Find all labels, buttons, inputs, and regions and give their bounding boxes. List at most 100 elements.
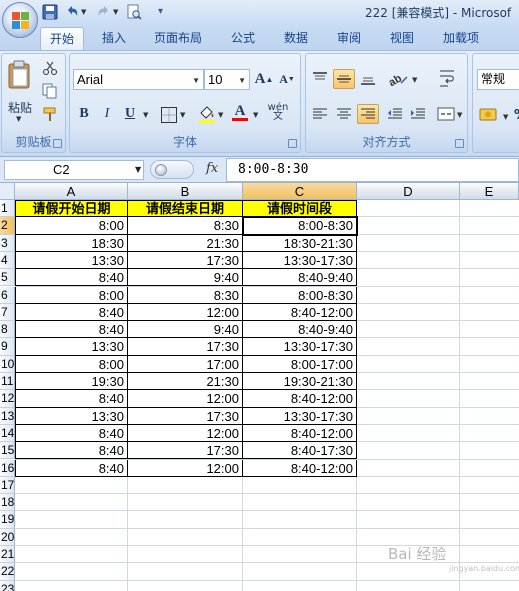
chevron-down-icon[interactable]: ▼ bbox=[238, 71, 246, 90]
name-box[interactable]: C2 bbox=[4, 160, 144, 180]
percent-icon[interactable]: % bbox=[514, 108, 519, 123]
undo-dropdown-icon[interactable]: ▼ bbox=[81, 8, 86, 16]
row-header-19[interactable]: 19 bbox=[0, 511, 15, 529]
borders-icon[interactable] bbox=[160, 106, 178, 124]
align-right-button[interactable] bbox=[357, 104, 379, 124]
cell-c6[interactable]: 8:00-8:30 bbox=[243, 286, 357, 304]
cell-b9[interactable]: 17:30 bbox=[128, 338, 243, 356]
cell-a11[interactable]: 19:30 bbox=[15, 373, 128, 391]
tab-insert[interactable]: 插入 bbox=[93, 27, 135, 50]
cell-a7[interactable]: 8:40 bbox=[15, 303, 128, 322]
name-box-dropdown-icon[interactable]: ▼ bbox=[135, 165, 141, 174]
cell-b3[interactable]: 21:30 bbox=[128, 234, 243, 252]
cell-b12[interactable]: 12:00 bbox=[128, 390, 243, 408]
row-header-16[interactable]: 16 bbox=[0, 459, 15, 477]
cell-c3[interactable]: 18:30-21:30 bbox=[243, 234, 357, 252]
cell-c15[interactable]: 8:40-17:30 bbox=[243, 442, 357, 460]
cell-b16[interactable]: 12:00 bbox=[128, 459, 243, 477]
align-middle-button[interactable] bbox=[333, 69, 355, 89]
row-header-5[interactable]: 5 bbox=[0, 269, 15, 287]
cell-a13[interactable]: 13:30 bbox=[15, 407, 128, 425]
paste-button[interactable]: 粘贴 ▼ bbox=[4, 57, 36, 125]
shrink-font-button[interactable]: A ▼ bbox=[276, 69, 298, 89]
format-painter-icon[interactable] bbox=[42, 106, 58, 122]
cell-c7[interactable]: 8:40-12:00 bbox=[243, 303, 357, 322]
print-preview-icon[interactable] bbox=[126, 4, 142, 20]
copy-icon[interactable] bbox=[42, 83, 58, 99]
header-cell-c[interactable]: 请假时间段 bbox=[243, 200, 357, 218]
cell-a14[interactable]: 8:40 bbox=[15, 424, 128, 443]
cell-a5[interactable]: 8:40 bbox=[15, 269, 128, 287]
redo-icon[interactable] bbox=[96, 4, 112, 20]
tab-view[interactable]: 视图 bbox=[381, 27, 423, 50]
cut-icon[interactable] bbox=[42, 60, 58, 76]
underline-dropdown-icon[interactable]: ▼ bbox=[143, 111, 148, 119]
select-all-corner[interactable] bbox=[0, 183, 15, 200]
cell-c16[interactable]: 8:40-12:00 bbox=[243, 459, 357, 477]
formula-bar-resize-handle[interactable] bbox=[150, 160, 194, 179]
row-header-11[interactable]: 11 bbox=[0, 373, 15, 391]
cell-c12[interactable]: 8:40-12:00 bbox=[243, 390, 357, 408]
redo-dropdown-icon[interactable]: ▼ bbox=[113, 8, 118, 16]
row-header-3[interactable]: 3 bbox=[0, 234, 15, 252]
column-header-a[interactable]: A bbox=[15, 183, 128, 200]
clipboard-launcher-icon[interactable] bbox=[53, 139, 62, 148]
cell-c2[interactable]: 8:00-8:30 bbox=[243, 217, 357, 235]
decrease-indent-button[interactable] bbox=[384, 104, 406, 124]
row-header-22[interactable]: 22 bbox=[0, 563, 15, 581]
worksheet-grid[interactable]: A B C D E 1 2 3 4 5 6 7 8 9 10 11 12 13 14 15 16 17 18 19 20 21 22… bbox=[0, 183, 519, 591]
underline-button[interactable]: U bbox=[119, 104, 141, 124]
cell-b2[interactable]: 8:30 bbox=[128, 217, 243, 235]
grow-font-button[interactable]: A ▲ bbox=[253, 69, 275, 89]
phonetic-button[interactable]: wén 文 bbox=[264, 102, 292, 122]
row-header-8[interactable]: 8 bbox=[0, 321, 15, 339]
column-header-c[interactable]: C bbox=[243, 183, 357, 200]
row-header-7[interactable]: 7 bbox=[0, 303, 15, 322]
cell-a12[interactable]: 8:40 bbox=[15, 390, 128, 408]
tab-home[interactable]: 开始 bbox=[40, 27, 85, 50]
font-color-button[interactable]: A bbox=[229, 102, 251, 122]
cell-b15[interactable]: 17:30 bbox=[128, 442, 243, 460]
chevron-down-icon[interactable]: ▼ bbox=[192, 71, 200, 90]
orientation-button[interactable]: ab bbox=[384, 69, 412, 89]
font-launcher-icon[interactable] bbox=[288, 139, 297, 148]
row-header-4[interactable]: 4 bbox=[0, 251, 15, 270]
header-cell-a[interactable]: 请假开始日期 bbox=[15, 200, 128, 218]
align-left-button[interactable] bbox=[309, 104, 331, 124]
cell-c11[interactable]: 19:30-21:30 bbox=[243, 373, 357, 391]
row-header-6[interactable]: 6 bbox=[0, 286, 15, 304]
insert-function-icon[interactable]: fx bbox=[206, 161, 218, 176]
currency-icon[interactable] bbox=[479, 106, 501, 124]
cell-b7[interactable]: 12:00 bbox=[128, 303, 243, 322]
cell-b13[interactable]: 17:30 bbox=[128, 407, 243, 425]
header-cell-b[interactable]: 请假结束日期 bbox=[128, 200, 243, 218]
customize-qat-icon[interactable]: ▾ bbox=[158, 6, 163, 17]
row-header-23[interactable]: 23 bbox=[0, 580, 15, 591]
formula-input[interactable]: 8:00-8:30 bbox=[226, 158, 519, 182]
tab-review[interactable]: 审阅 bbox=[328, 27, 370, 50]
tab-formulas[interactable]: 公式 bbox=[222, 27, 264, 50]
align-bottom-button[interactable] bbox=[357, 69, 379, 89]
paste-dropdown-icon[interactable]: ▼ bbox=[16, 115, 21, 123]
font-size-combo[interactable]: 10 ▼ bbox=[204, 69, 250, 90]
currency-dropdown-icon[interactable]: ▼ bbox=[503, 113, 508, 121]
cell-a4[interactable]: 13:30 bbox=[15, 251, 128, 270]
cell-a6[interactable]: 8:00 bbox=[15, 286, 128, 304]
save-icon[interactable] bbox=[42, 4, 58, 20]
cell-b10[interactable]: 17:00 bbox=[128, 355, 243, 373]
column-header-d[interactable]: D bbox=[357, 183, 460, 200]
cell-a3[interactable]: 18:30 bbox=[15, 234, 128, 252]
row-header-20[interactable]: 20 bbox=[0, 528, 15, 546]
cell-c5[interactable]: 8:40-9:40 bbox=[243, 269, 357, 287]
number-format-combo[interactable]: 常规 bbox=[477, 69, 519, 90]
font-color-dropdown-icon[interactable]: ▼ bbox=[253, 111, 258, 119]
row-header-14[interactable]: 14 bbox=[0, 424, 15, 443]
cell-c13[interactable]: 13:30-17:30 bbox=[243, 407, 357, 425]
italic-button[interactable]: I bbox=[96, 104, 118, 124]
column-header-e[interactable]: E bbox=[460, 183, 519, 200]
merge-dropdown-icon[interactable]: ▼ bbox=[457, 111, 462, 119]
align-top-button[interactable] bbox=[309, 69, 331, 89]
cell-a9[interactable]: 13:30 bbox=[15, 338, 128, 356]
font-name-combo[interactable]: Arial ▼ bbox=[73, 69, 204, 90]
tab-page-layout[interactable]: 页面布局 bbox=[145, 27, 211, 50]
